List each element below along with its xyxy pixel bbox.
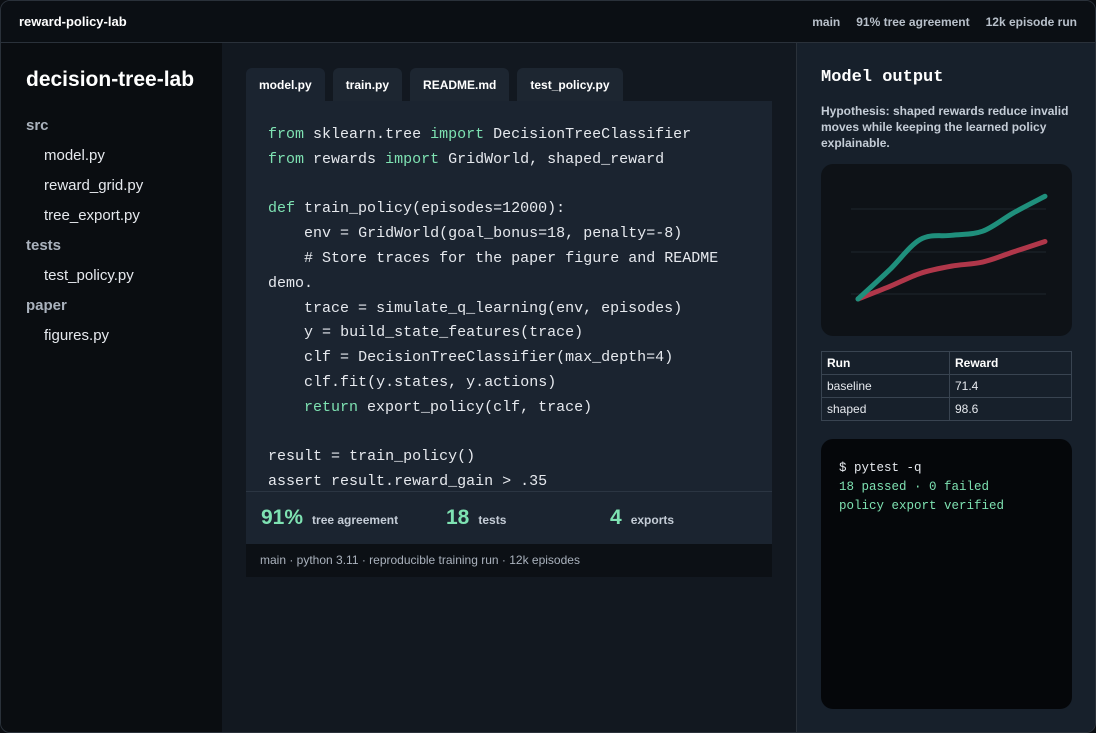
metric-tree-agreement: 91% tree agreement bbox=[261, 506, 446, 530]
table-row: shaped 98.6 bbox=[821, 397, 1072, 421]
tab-test-policy-py[interactable]: test_policy.py bbox=[517, 68, 623, 102]
editor-footer: main · python 3.11 · reproducible traini… bbox=[246, 544, 772, 577]
metric-value: 91% bbox=[261, 506, 304, 529]
code-line: trace = simulate_q_learning(env, episode… bbox=[304, 299, 683, 317]
code-line: from rewards import GridWorld, shaped_re… bbox=[268, 150, 665, 168]
metric-label: exports bbox=[630, 513, 675, 527]
reward-chart-svg bbox=[851, 193, 1048, 302]
metrics-bar: 91% tree agreement 18 tests 4 exports bbox=[246, 491, 772, 544]
chart-series-line-0 bbox=[855, 193, 1048, 302]
code-keyword: return bbox=[304, 398, 359, 416]
results-table: Run Reward baseline 71.4 shaped 98.6 bbox=[821, 351, 1072, 421]
titlebar: reward-policy-lab main 91% tree agreemen… bbox=[1, 1, 1095, 43]
file-tree: src model.py reward_grid.py tree_export.py t… bbox=[26, 111, 222, 351]
tab-readme-md[interactable]: README.md bbox=[410, 68, 510, 102]
status-episodes: 12k episode run bbox=[985, 14, 1077, 29]
code-keyword: import bbox=[385, 150, 440, 168]
hypothesis-text: Hypothesis: shaped rewards reduce invali… bbox=[821, 104, 1069, 150]
table-header-row: Run Reward bbox=[821, 351, 1072, 375]
reward-chart bbox=[821, 164, 1072, 336]
code-content[interactable]: from sklearn.tree import DecisionTreeCla… bbox=[268, 123, 772, 495]
metric-label: tests bbox=[478, 513, 507, 527]
tab-model-py[interactable]: model.py bbox=[246, 68, 325, 102]
file-explorer: decision-tree-lab src model.py reward_grid… bbox=[1, 43, 222, 732]
code-line: # Store traces for the paper figure and … bbox=[304, 249, 719, 267]
column-header-reward: Reward bbox=[949, 351, 1072, 375]
status-agreement: 91% tree agreement bbox=[856, 14, 970, 29]
code-line: clf.fit(y.states, y.actions) bbox=[304, 373, 557, 391]
code-line: def train_policy(episodes=12000): bbox=[268, 200, 566, 218]
status-bar: main 91% tree agreement 12k episode run bbox=[812, 15, 1077, 29]
cell-reward: 71.4 bbox=[949, 374, 1072, 398]
folder-src[interactable]: src bbox=[26, 111, 222, 141]
app-window: reward-policy-lab main 91% tree agreemen… bbox=[0, 0, 1096, 733]
editor-pane: model.py train.py README.md test_policy.py … bbox=[222, 43, 796, 732]
code-editor[interactable]: from sklearn.tree import DecisionTreeCla… bbox=[246, 101, 772, 491]
file-tree-export-py[interactable]: tree_export.py bbox=[26, 201, 222, 231]
panel-title: Model output bbox=[821, 68, 944, 87]
code-keyword: from bbox=[268, 150, 305, 168]
cell-reward: 98.6 bbox=[949, 397, 1072, 421]
code-line: y = build_state_features(trace) bbox=[304, 324, 584, 342]
metric-value: 4 bbox=[610, 506, 622, 529]
cell-run: shaped bbox=[821, 397, 950, 421]
code-keyword: from bbox=[268, 126, 305, 143]
code-keyword: import bbox=[430, 126, 485, 143]
metric-label: tree agreement bbox=[312, 513, 399, 527]
table-row: baseline 71.4 bbox=[821, 374, 1072, 398]
output-panel: Model output Hypothesis: shaped rewards … bbox=[796, 43, 1095, 732]
terminal-line: policy export verified bbox=[839, 499, 1005, 513]
file-figures-py[interactable]: figures.py bbox=[26, 321, 222, 351]
code-line: return export_policy(clf, trace) bbox=[304, 398, 593, 416]
file-test-policy-py[interactable]: test_policy.py bbox=[26, 261, 222, 291]
code-line: clf = DecisionTreeClassifier(max_depth=4… bbox=[304, 349, 674, 367]
app-title: reward-policy-lab bbox=[19, 14, 127, 29]
code-keyword: def bbox=[268, 200, 296, 218]
terminal-output[interactable]: $ pytest -q 18 passed · 0 failed policy ex… bbox=[821, 439, 1072, 709]
metric-tests: 18 tests bbox=[446, 506, 610, 530]
code-line: demo. bbox=[268, 274, 314, 292]
repo-name: decision-tree-lab bbox=[26, 68, 195, 91]
file-model-py[interactable]: model.py bbox=[26, 141, 222, 171]
code-line: from sklearn.tree import DecisionTreeCla… bbox=[268, 126, 692, 143]
code-line: env = GridWorld(goal_bonus=18, penalty=-… bbox=[304, 225, 683, 243]
terminal-line: 18 passed · 0 failed bbox=[839, 480, 990, 494]
metric-value: 18 bbox=[446, 506, 470, 529]
editor-tabs: model.py train.py README.md test_policy.py bbox=[246, 68, 623, 102]
folder-tests[interactable]: tests bbox=[26, 231, 222, 261]
tab-train-py[interactable]: train.py bbox=[332, 68, 403, 102]
terminal-line: $ pytest -q bbox=[839, 461, 922, 475]
cell-run: baseline bbox=[821, 374, 950, 398]
table-body: baseline 71.4 shaped 98.6 bbox=[821, 374, 1072, 421]
status-branch[interactable]: main bbox=[812, 15, 840, 29]
column-header-run: Run bbox=[821, 351, 950, 375]
code-line: result = train_policy() bbox=[268, 448, 476, 466]
metric-exports: 4 exports bbox=[610, 506, 770, 530]
file-reward-grid-py[interactable]: reward_grid.py bbox=[26, 171, 222, 201]
folder-paper[interactable]: paper bbox=[26, 291, 222, 321]
